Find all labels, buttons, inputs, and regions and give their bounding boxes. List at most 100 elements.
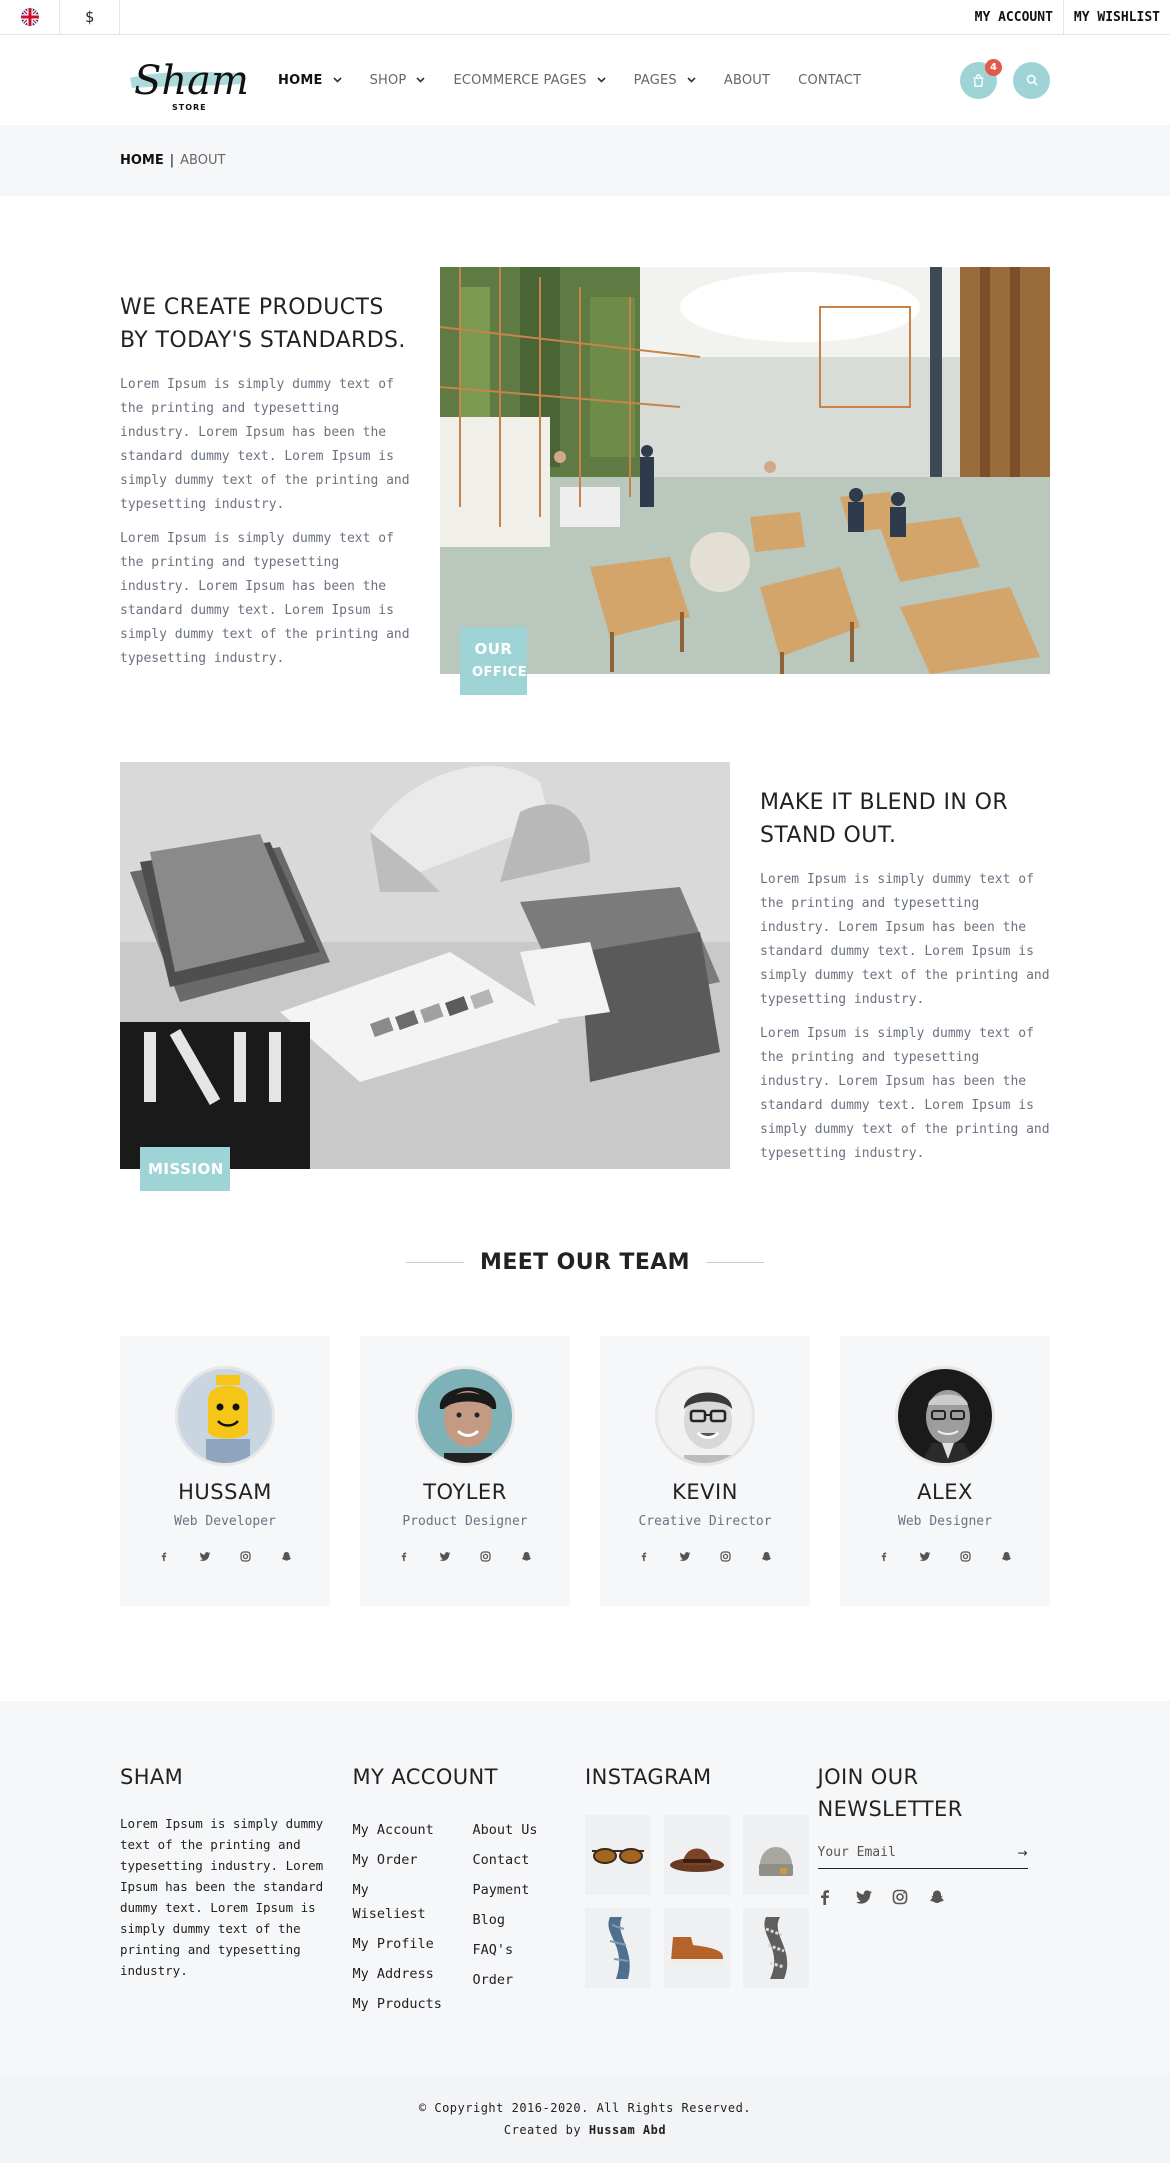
- nav-item-ecommerce-pages[interactable]: ECOMMERCE PAGES: [453, 72, 606, 88]
- team-section: MEET OUR TEAM HUSSAM Web Developer TOYLER P…: [120, 1250, 1050, 1606]
- snapchat-icon[interactable]: [266, 1551, 307, 1562]
- footer-link[interactable]: My Products: [353, 1989, 473, 2019]
- nav-label: HOME: [278, 72, 323, 88]
- top-bar: $ MY ACCOUNT MY WISHLIST: [0, 0, 1170, 35]
- breadcrumb: HOME | ABOUT: [120, 153, 1050, 168]
- snapchat-icon[interactable]: [986, 1551, 1027, 1562]
- footer-link[interactable]: My Account: [353, 1815, 473, 1845]
- newsletter-form: →: [817, 1845, 1028, 1869]
- logo-graphic: Sham STORE: [130, 58, 249, 112]
- search-button[interactable]: [1013, 61, 1050, 99]
- my-wishlist-link[interactable]: MY WISHLIST: [1062, 0, 1170, 35]
- member-name: KEVIN: [672, 1480, 738, 1504]
- footer-account-title: MY ACCOUNT: [352, 1765, 498, 1789]
- logo[interactable]: Sham STORE: [120, 44, 249, 116]
- member-role: Product Designer: [402, 1514, 528, 1529]
- footer-link[interactable]: Payment: [473, 1875, 538, 1905]
- member-role: Creative Director: [638, 1514, 772, 1529]
- instagram-icon[interactable]: [892, 1889, 929, 1905]
- newsletter-submit-arrow-icon[interactable]: →: [1017, 1846, 1027, 1860]
- member-socials: [623, 1551, 787, 1562]
- footer-link[interactable]: Contact: [473, 1845, 538, 1875]
- twitter-icon[interactable]: [424, 1551, 465, 1562]
- member-name: ALEX: [917, 1480, 973, 1504]
- twitter-icon[interactable]: [664, 1551, 705, 1562]
- uk-flag-icon: [20, 8, 39, 26]
- logo-sub: STORE: [172, 103, 207, 112]
- author-link[interactable]: Hussam Abd: [589, 2123, 666, 2137]
- instagram-post[interactable]: [585, 1815, 651, 1895]
- nav-item-home[interactable]: HOME: [278, 73, 342, 88]
- cart-button[interactable]: 4: [960, 58, 1002, 99]
- footer-link[interactable]: Order: [473, 1965, 538, 1995]
- footer-link[interactable]: My Wiseliest: [353, 1875, 426, 1929]
- created-by-label: Created by: [503, 2123, 582, 2137]
- facebook-icon[interactable]: [818, 1889, 855, 1905]
- chevron-down-icon: [416, 75, 426, 86]
- footer-link[interactable]: About Us: [473, 1815, 538, 1845]
- instagram-post[interactable]: [664, 1908, 730, 1988]
- breadcrumb-separator: |: [169, 153, 175, 168]
- facebook-icon[interactable]: [143, 1551, 184, 1562]
- scarf-icon: [608, 1917, 630, 1979]
- sunglasses-icon: [592, 1848, 644, 1864]
- facebook-icon[interactable]: [383, 1551, 424, 1562]
- instagram-icon[interactable]: [945, 1551, 986, 1562]
- footer-link[interactable]: My Profile: [353, 1929, 473, 1959]
- footer-newsletter-title: JOIN OUR NEWSLETTER: [817, 1765, 963, 1821]
- twitter-icon[interactable]: [904, 1551, 945, 1562]
- office-label-line1: OUR: [474, 640, 513, 658]
- hat-icon: [670, 1848, 724, 1872]
- nav-label: CONTACT: [798, 72, 862, 88]
- chevron-down-icon: [687, 75, 696, 86]
- member-role: Web Designer: [898, 1514, 992, 1529]
- footer-link[interactable]: My Address: [353, 1959, 473, 1989]
- footer-link[interactable]: My Order: [353, 1845, 473, 1875]
- header: Sham STORE HOME SHOP ECOMMERCE PAGES PAGES A…: [0, 35, 1170, 125]
- section-office: WE CREATE PRODUCTS BY TODAY'S STANDARDS.…: [120, 267, 1050, 701]
- team-card: TOYLER Product Designer: [360, 1336, 570, 1606]
- twitter-icon[interactable]: [855, 1889, 892, 1905]
- twitter-icon[interactable]: [184, 1551, 225, 1562]
- instagram-post[interactable]: [585, 1908, 651, 1988]
- my-account-link[interactable]: MY ACCOUNT: [965, 0, 1063, 35]
- nav-label: PAGES: [633, 72, 677, 88]
- breadcrumb-home[interactable]: HOME: [120, 153, 164, 168]
- beanie-icon: [759, 1847, 793, 1876]
- avatar: [175, 1366, 275, 1466]
- avatar: [415, 1366, 515, 1466]
- shoe-icon: [671, 1937, 723, 1964]
- language-selector[interactable]: [0, 0, 60, 34]
- instagram-post[interactable]: [743, 1815, 809, 1895]
- section-paragraph: Lorem Ipsum is simply dummy text of the …: [760, 872, 1050, 1007]
- member-socials: [143, 1551, 307, 1562]
- newsletter-email-input[interactable]: [817, 1845, 988, 1860]
- nav-item-shop[interactable]: SHOP: [370, 73, 426, 88]
- facebook-icon[interactable]: [623, 1551, 664, 1562]
- facebook-icon[interactable]: [863, 1551, 904, 1562]
- breadcrumb-bar: HOME | ABOUT: [0, 125, 1170, 196]
- nav-item-about[interactable]: ABOUT: [724, 73, 770, 88]
- footer-link[interactable]: FAQ's: [473, 1935, 538, 1965]
- divider: [705, 1262, 764, 1263]
- nav-item-contact[interactable]: CONTACT: [798, 73, 861, 88]
- member-socials: [383, 1551, 547, 1562]
- bag-icon: [973, 73, 984, 87]
- instagram-icon[interactable]: [225, 1551, 266, 1562]
- main-nav: HOME SHOP ECOMMERCE PAGES PAGES ABOUT CONTACT: [278, 73, 944, 88]
- instagram-post[interactable]: [664, 1815, 730, 1895]
- logo-script: Sham: [134, 58, 246, 104]
- nav-item-pages[interactable]: PAGES: [634, 73, 696, 88]
- instagram-icon[interactable]: [465, 1551, 506, 1562]
- snapchat-icon[interactable]: [506, 1551, 547, 1562]
- nav-label: ECOMMERCE PAGES: [453, 72, 587, 88]
- instagram-post[interactable]: [743, 1908, 809, 1988]
- snapchat-icon[interactable]: [746, 1551, 787, 1562]
- avatar: [655, 1366, 755, 1466]
- footer-link[interactable]: Blog: [473, 1905, 538, 1935]
- currency-selector[interactable]: $: [60, 0, 120, 34]
- snapchat-icon[interactable]: [929, 1889, 966, 1905]
- instagram-icon[interactable]: [705, 1551, 746, 1562]
- search-icon: [1026, 74, 1038, 86]
- member-socials: [863, 1551, 1027, 1562]
